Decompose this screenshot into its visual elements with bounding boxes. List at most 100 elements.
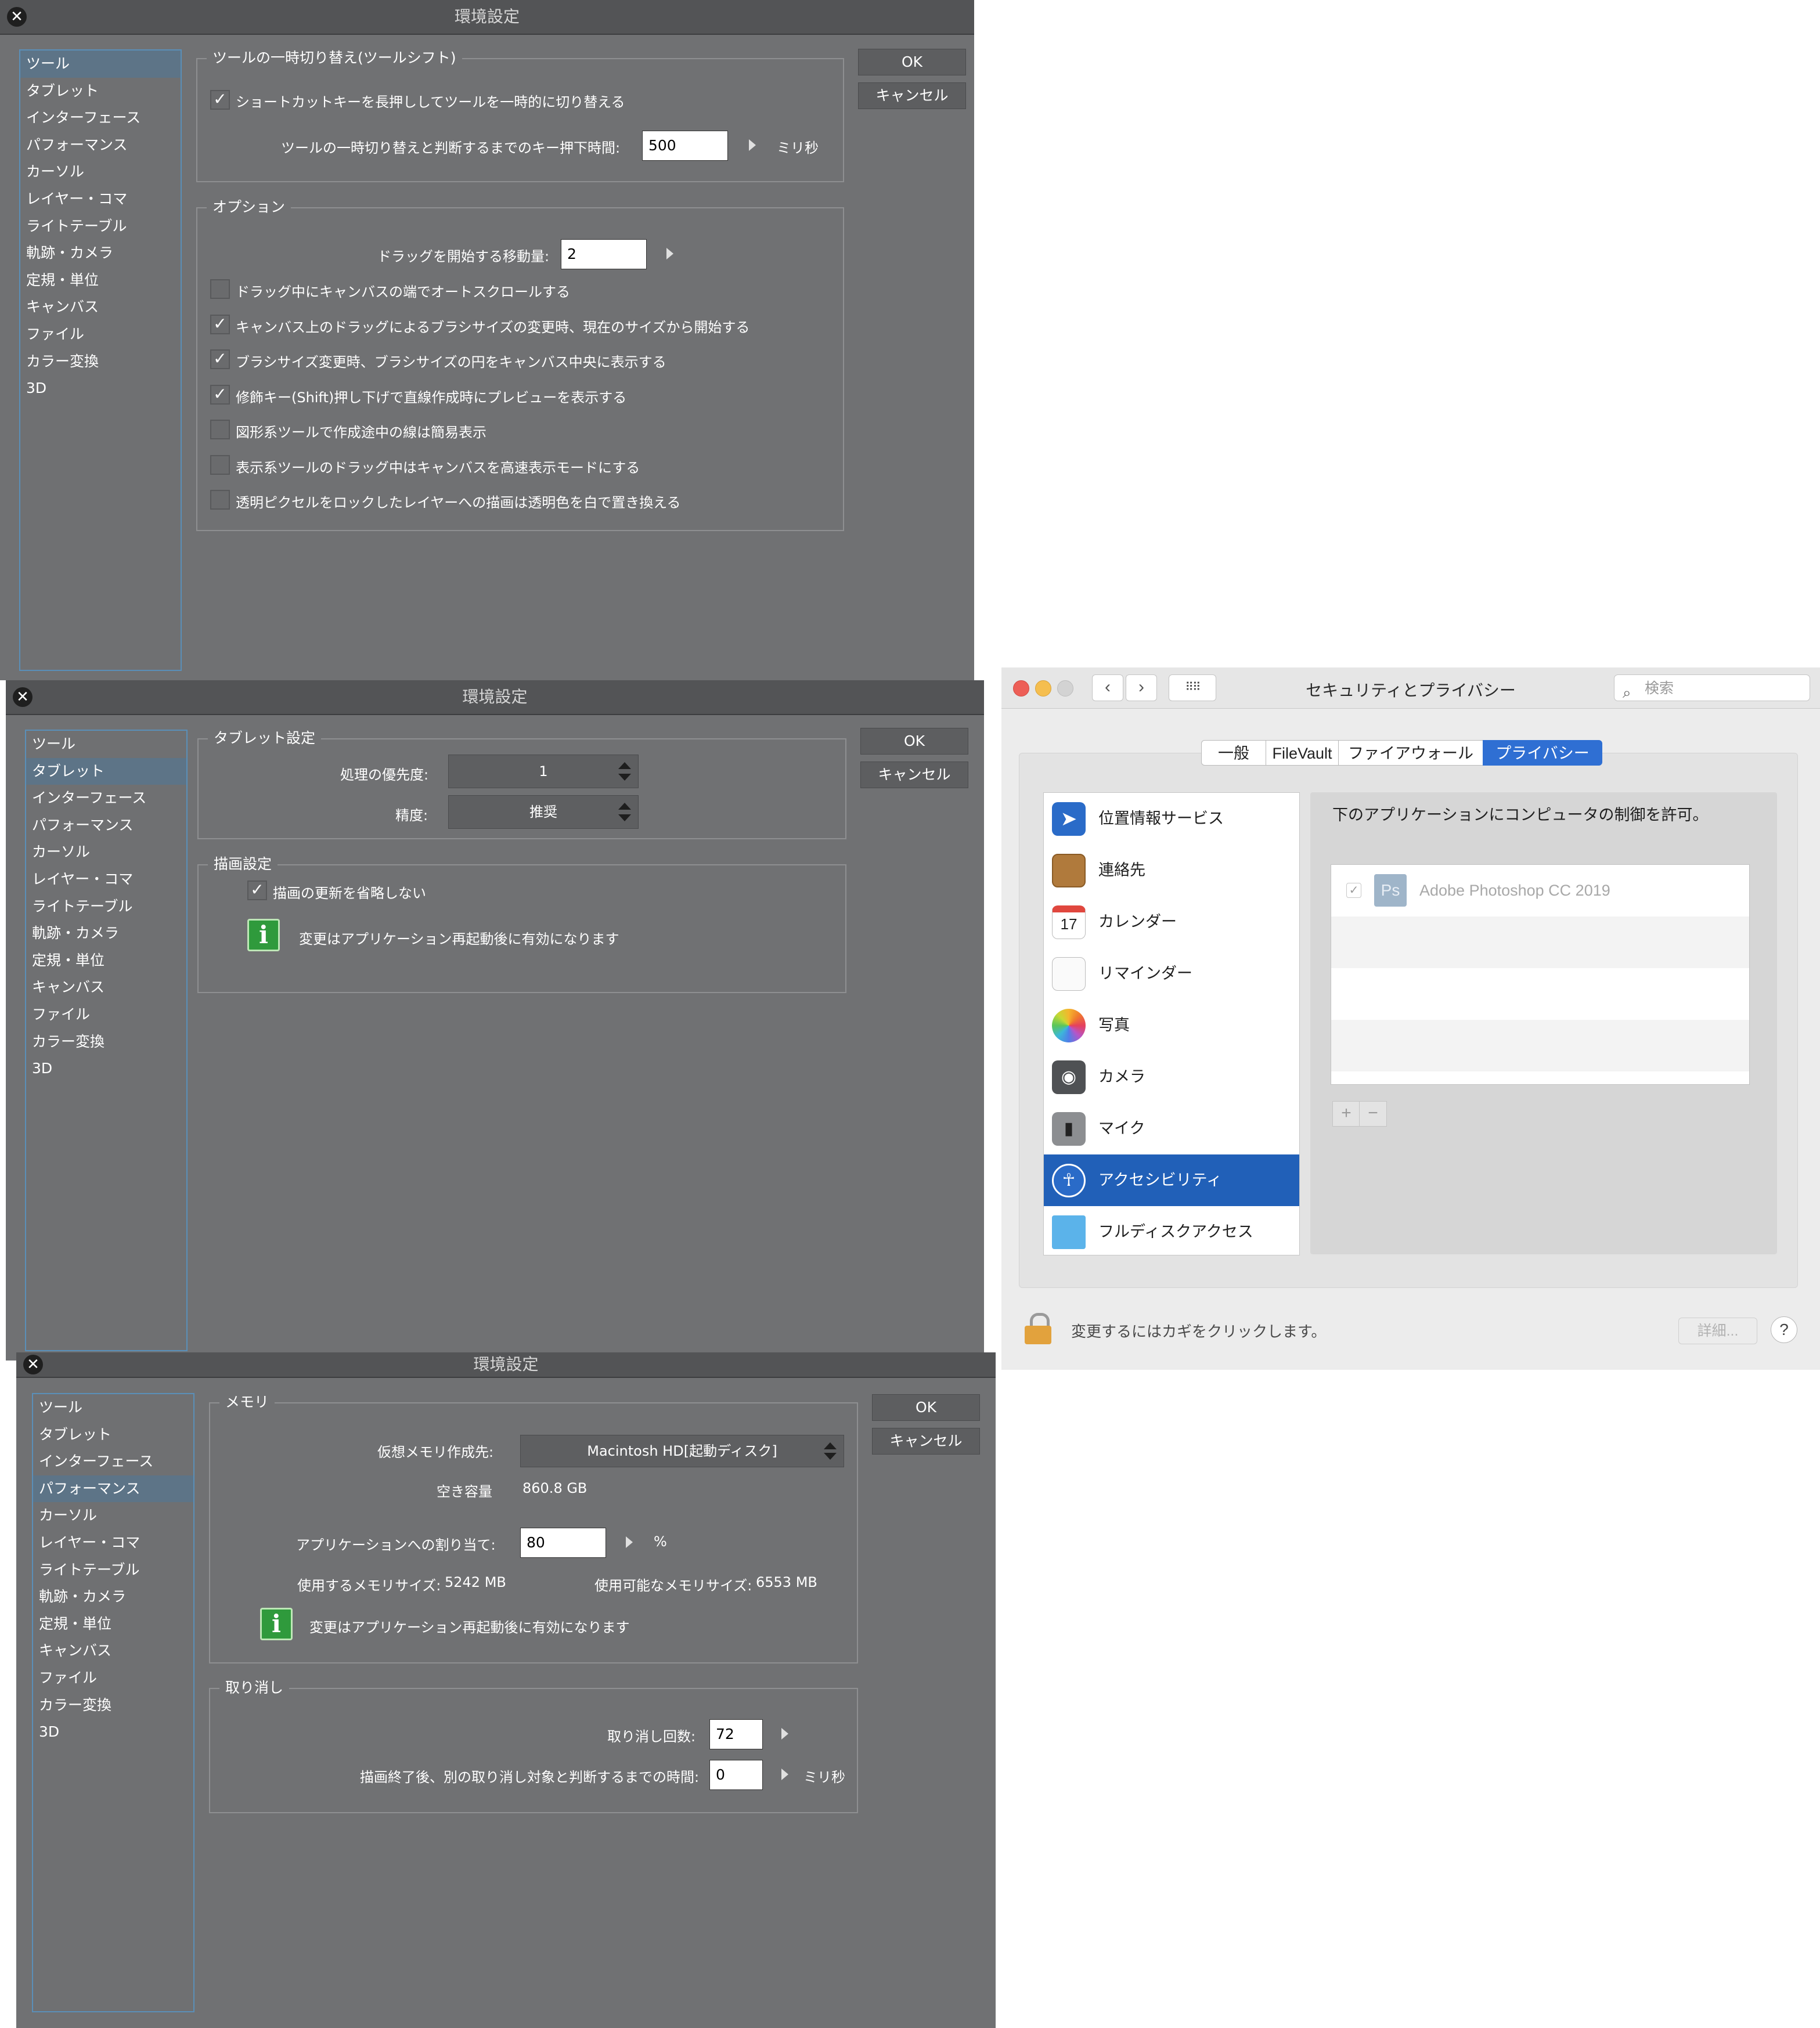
draw-update-checkbox[interactable]: ✓	[247, 881, 267, 900]
nav-item[interactable]: カーソル	[33, 1502, 193, 1529]
option-checkbox[interactable]: ✓	[210, 349, 230, 369]
nav-item[interactable]: 軌跡・カメラ	[33, 1583, 193, 1611]
stepper-down-icon[interactable]	[618, 774, 631, 781]
privacy-item-camera[interactable]: ◉ カメラ	[1044, 1051, 1299, 1103]
ok-button[interactable]: OK	[858, 49, 966, 75]
privacy-item-location[interactable]: ➤ 位置情報サービス	[1044, 793, 1299, 845]
vmem-select[interactable]: Macintosh HD[起動ディスク]	[520, 1435, 844, 1467]
shortcut-checkbox[interactable]: ✓	[210, 90, 230, 110]
stepper-up-icon[interactable]	[618, 803, 631, 810]
stepper-up-icon[interactable]	[618, 762, 631, 769]
nav-item[interactable]: キャンバス	[26, 974, 186, 1001]
nav-item[interactable]: インターフェース	[33, 1448, 193, 1475]
privacy-item-label: 連絡先	[1098, 861, 1145, 879]
stepper-arrow-icon[interactable]	[781, 1728, 788, 1740]
cancel-button[interactable]: キャンセル	[860, 762, 968, 788]
nav-item[interactable]: カラー変換	[26, 1029, 186, 1056]
ok-button[interactable]: OK	[872, 1394, 980, 1421]
nav-item[interactable]: ツール	[33, 1394, 193, 1421]
option-checkbox[interactable]: ✓	[210, 315, 230, 334]
nav-item[interactable]: レイヤー・コマ	[20, 186, 181, 213]
cancel-button[interactable]: キャンセル	[872, 1428, 980, 1455]
nav-item[interactable]: ライトテーブル	[33, 1557, 193, 1584]
details-button[interactable]: 詳細...	[1678, 1318, 1757, 1344]
ok-button[interactable]: OK	[860, 728, 968, 755]
nav-item[interactable]: カーソル	[20, 158, 181, 186]
nav-item[interactable]: ファイル	[33, 1665, 193, 1692]
privacy-item-microphone[interactable]: ▮ マイク	[1044, 1103, 1299, 1154]
list-item[interactable]: ✓ Ps Adobe Photoshop CC 2019	[1331, 865, 1749, 916]
tab-firewall[interactable]: ファイアウォール	[1338, 740, 1483, 766]
nav-item[interactable]: キャンバス	[20, 294, 181, 321]
stepper-down-icon[interactable]	[618, 814, 631, 821]
nav-item[interactable]: タブレット	[20, 78, 181, 105]
nav-item[interactable]: ファイル	[20, 321, 181, 348]
alloc-input[interactable]: 80	[520, 1528, 606, 1558]
keypress-input[interactable]: 500	[642, 131, 728, 161]
nav-item[interactable]: タブレット	[26, 757, 186, 785]
stepper-arrow-icon[interactable]	[781, 1769, 788, 1780]
tab-filevault[interactable]: FileVault	[1266, 740, 1339, 766]
close-button[interactable]: ✕	[7, 7, 27, 27]
nav-item[interactable]: 定規・単位	[33, 1611, 193, 1638]
nav-item[interactable]: カーソル	[26, 839, 186, 866]
undo-time-input[interactable]: 0	[709, 1760, 763, 1790]
option-checkbox[interactable]	[210, 279, 230, 299]
option-checkbox[interactable]	[210, 490, 230, 510]
stepper-arrow-icon[interactable]	[626, 1536, 633, 1548]
tab-privacy[interactable]: プライバシー	[1483, 740, 1602, 766]
precision-select[interactable]: 推奨	[448, 795, 639, 829]
nav-item[interactable]: ツール	[26, 731, 186, 758]
cancel-button[interactable]: キャンセル	[858, 82, 966, 109]
app-checkbox[interactable]: ✓	[1346, 883, 1361, 898]
nav-item[interactable]: 軌跡・カメラ	[26, 920, 186, 947]
priority-stepper[interactable]: 1	[448, 755, 639, 788]
add-app-button[interactable]: +	[1332, 1101, 1360, 1127]
nav-item[interactable]: ライトテーブル	[26, 893, 186, 921]
stepper-arrow-icon[interactable]	[749, 139, 756, 151]
nav-item[interactable]: レイヤー・コマ	[26, 866, 186, 893]
privacy-item-calendar[interactable]: 17 カレンダー	[1044, 896, 1299, 948]
nav-item[interactable]: パフォーマンス	[33, 1475, 193, 1503]
nav-item[interactable]: ライトテーブル	[20, 213, 181, 240]
nav-item[interactable]: 定規・単位	[26, 947, 186, 975]
search-icon: ⌕	[1623, 684, 1631, 701]
drag-input[interactable]: 2	[561, 239, 647, 269]
nav-item[interactable]: タブレット	[33, 1421, 193, 1449]
nav-item[interactable]: レイヤー・コマ	[33, 1529, 193, 1557]
info-icon: i	[260, 1608, 293, 1640]
nav-item[interactable]: インターフェース	[26, 785, 186, 812]
privacy-item-reminders[interactable]: リマインダー	[1044, 948, 1299, 999]
lock-icon[interactable]	[1025, 1313, 1051, 1344]
undo-count-input[interactable]: 72	[709, 1719, 763, 1749]
privacy-item-full-disk[interactable]: フルディスクアクセス	[1044, 1206, 1299, 1258]
privacy-item-accessibility[interactable]: ☥ アクセシビリティ	[1044, 1154, 1299, 1206]
close-button[interactable]: ✕	[13, 687, 33, 707]
search-field[interactable]: ⌕ 検索	[1614, 674, 1810, 701]
privacy-item-contacts[interactable]: 連絡先	[1044, 845, 1299, 896]
tab-general[interactable]: 一般	[1201, 740, 1266, 766]
nav-item[interactable]: パフォーマンス	[26, 812, 186, 839]
option-checkbox[interactable]	[210, 420, 230, 439]
nav-item[interactable]: 3D	[26, 1055, 186, 1082]
remove-app-button[interactable]: −	[1359, 1101, 1387, 1127]
nav-item[interactable]: インターフェース	[20, 104, 181, 132]
nav-item[interactable]: 軌跡・カメラ	[20, 240, 181, 267]
nav-item[interactable]: パフォーマンス	[20, 132, 181, 159]
stepper-arrow-icon[interactable]	[666, 248, 673, 259]
nav-item[interactable]: ツール	[20, 50, 181, 78]
close-button[interactable]: ✕	[23, 1355, 43, 1374]
stepper-down-icon[interactable]	[824, 1453, 837, 1460]
nav-item[interactable]: キャンバス	[33, 1637, 193, 1665]
help-button[interactable]: ?	[1771, 1316, 1797, 1343]
nav-item[interactable]: 3D	[33, 1719, 193, 1746]
stepper-up-icon[interactable]	[824, 1442, 837, 1449]
option-checkbox[interactable]	[210, 455, 230, 475]
option-checkbox[interactable]: ✓	[210, 385, 230, 405]
nav-item[interactable]: ファイル	[26, 1001, 186, 1029]
nav-item[interactable]: 定規・単位	[20, 267, 181, 294]
privacy-item-photos[interactable]: 写真	[1044, 999, 1299, 1051]
nav-item[interactable]: カラー変換	[20, 348, 181, 376]
nav-item[interactable]: カラー変換	[33, 1692, 193, 1719]
nav-item[interactable]: 3D	[20, 375, 181, 402]
